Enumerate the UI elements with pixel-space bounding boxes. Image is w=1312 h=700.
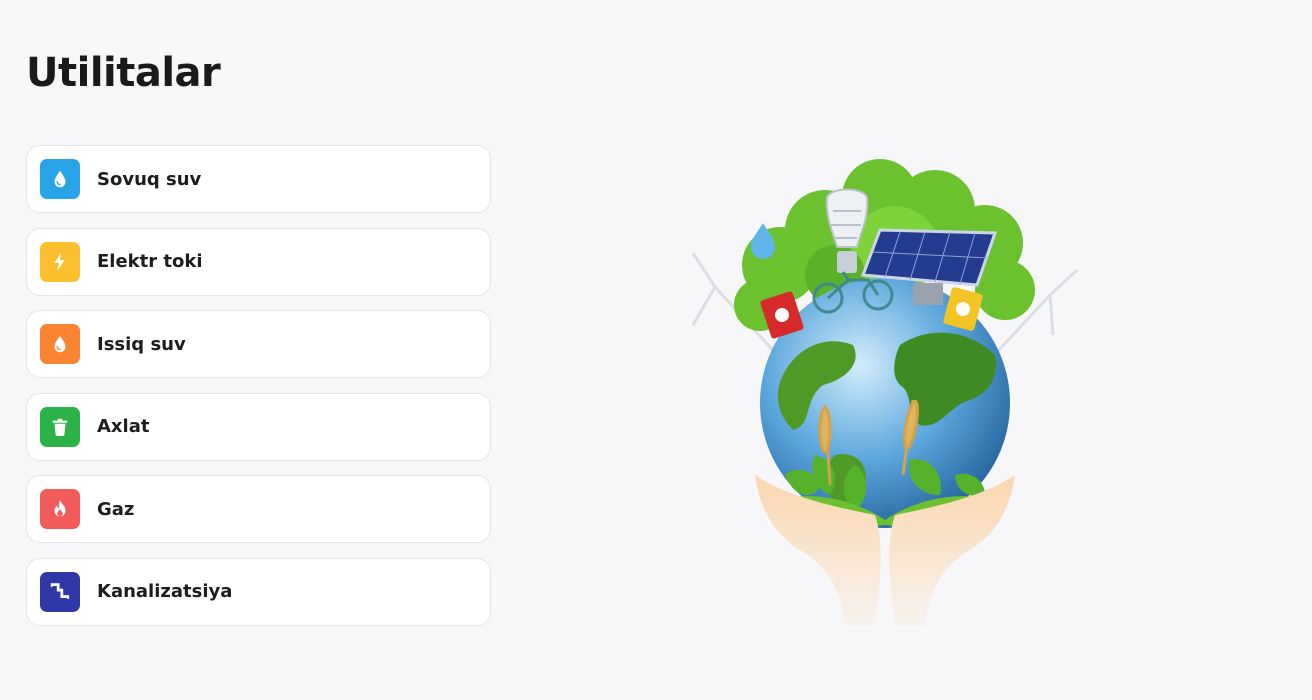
utility-item-hot-water[interactable]: Issiq suv (26, 310, 491, 378)
lightning-icon (40, 241, 80, 282)
utility-label: Elektr toki (97, 251, 203, 272)
pipe-icon (40, 571, 80, 612)
utility-item-cold-water[interactable]: Sovuq suv (26, 145, 491, 213)
utility-item-sewerage[interactable]: Kanalizatsiya (26, 557, 491, 626)
utility-label: Sovuq suv (97, 168, 202, 190)
utility-label: Axlat (97, 416, 150, 437)
page-title: Utilitalar (26, 50, 221, 96)
flame-icon (40, 489, 80, 529)
hot-water-drop-icon (40, 324, 80, 364)
utility-label: Issiq suv (97, 333, 186, 355)
trash-icon (40, 406, 80, 447)
utility-item-garbage[interactable]: Axlat (26, 392, 491, 461)
utility-item-gas[interactable]: Gaz (26, 475, 491, 543)
utility-label: Kanalizatsiya (97, 581, 233, 602)
water-drop-icon (40, 159, 80, 199)
utility-item-electricity[interactable]: Elektr toki (26, 227, 491, 296)
utility-label: Gaz (97, 498, 135, 520)
utilities-list: Sovuq suv Elektr toki Issiq suv Axlat Ga… (26, 145, 491, 640)
eco-earth-hands-illustration (691, 159, 1079, 625)
